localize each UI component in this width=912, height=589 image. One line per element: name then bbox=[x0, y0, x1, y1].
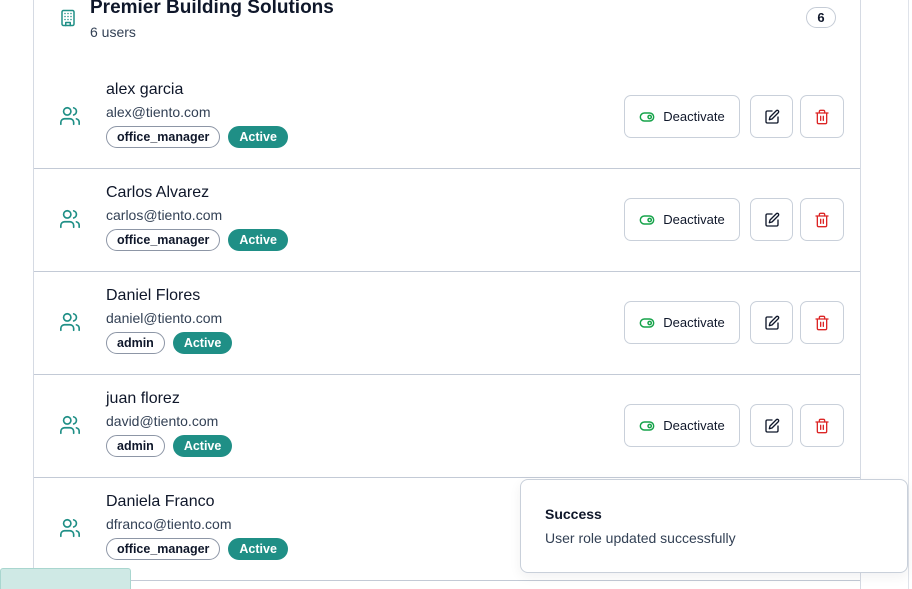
row-divider bbox=[34, 477, 860, 478]
trash-icon bbox=[814, 109, 830, 125]
user-email: carlos@tiento.com bbox=[106, 207, 223, 223]
bottom-panel-tab[interactable] bbox=[0, 568, 131, 589]
user-row: Carlos Alvarez carlos@tiento.com office_ma… bbox=[34, 168, 860, 271]
header-divider bbox=[34, 65, 860, 66]
edit-icon bbox=[764, 109, 780, 125]
delete-button[interactable] bbox=[800, 198, 844, 241]
toggle-icon bbox=[639, 212, 655, 228]
edit-button[interactable] bbox=[750, 95, 793, 138]
user-name: juan florez bbox=[106, 390, 180, 407]
deactivate-label: Deactivate bbox=[663, 315, 725, 330]
user-badges: admin Active bbox=[106, 435, 233, 457]
user-badges: office_manager Active bbox=[106, 229, 288, 251]
organization-name: Premier Building Solutions bbox=[90, 0, 334, 18]
toast-title: Success bbox=[545, 506, 602, 522]
status-badge: Active bbox=[172, 435, 233, 457]
organization-user-count: 6 users bbox=[90, 24, 136, 40]
toggle-icon bbox=[639, 418, 655, 434]
user-badges: office_manager Active bbox=[106, 538, 288, 560]
delete-button[interactable] bbox=[800, 301, 844, 344]
trash-icon bbox=[814, 212, 830, 228]
user-name: alex garcia bbox=[106, 81, 184, 98]
deactivate-label: Deactivate bbox=[663, 109, 725, 124]
building-icon bbox=[59, 9, 77, 27]
edit-button[interactable] bbox=[750, 198, 793, 241]
deactivate-label: Deactivate bbox=[663, 212, 725, 227]
delete-button[interactable] bbox=[800, 404, 844, 447]
row-divider bbox=[34, 271, 860, 272]
user-email: david@tiento.com bbox=[106, 413, 219, 429]
success-toast[interactable]: Success User role updated successfully bbox=[520, 479, 908, 573]
status-badge: Active bbox=[228, 229, 288, 251]
status-badge: Active bbox=[172, 332, 233, 354]
toggle-icon bbox=[639, 315, 655, 331]
edit-button[interactable] bbox=[750, 301, 793, 344]
user-email: dfranco@tiento.com bbox=[106, 516, 232, 532]
user-row: Daniel Flores daniel@tiento.com admin Activ… bbox=[34, 271, 860, 374]
user-name: Daniel Flores bbox=[106, 287, 201, 304]
role-badge: admin bbox=[106, 332, 165, 354]
user-name: Carlos Alvarez bbox=[106, 184, 210, 201]
user-name: Daniela Franco bbox=[106, 493, 215, 510]
status-badge: Active bbox=[228, 126, 288, 148]
user-badges: admin Active bbox=[106, 332, 233, 354]
role-badge: office_manager bbox=[106, 229, 221, 251]
toggle-icon bbox=[639, 109, 655, 125]
users-icon bbox=[59, 414, 81, 436]
edit-button[interactable] bbox=[750, 404, 793, 447]
user-row: juan florez david@tiento.com admin Active De… bbox=[34, 374, 860, 477]
user-count-badge: 6 bbox=[806, 7, 836, 28]
users-icon bbox=[59, 517, 81, 539]
deactivate-button[interactable]: Deactivate bbox=[624, 198, 740, 241]
users-icon bbox=[59, 311, 81, 333]
row-divider bbox=[34, 168, 860, 169]
deactivate-button[interactable]: Deactivate bbox=[624, 301, 740, 344]
users-icon bbox=[59, 105, 81, 127]
deactivate-label: Deactivate bbox=[663, 418, 725, 433]
page-edge bbox=[908, 0, 909, 589]
status-badge: Active bbox=[228, 538, 288, 560]
edit-icon bbox=[764, 212, 780, 228]
role-badge: office_manager bbox=[106, 126, 221, 148]
user-row: alex garcia alex@tiento.com office_manager… bbox=[34, 65, 860, 168]
deactivate-button[interactable]: Deactivate bbox=[624, 404, 740, 447]
role-badge: admin bbox=[106, 435, 165, 457]
role-badge: office_manager bbox=[106, 538, 221, 560]
trash-icon bbox=[814, 418, 830, 434]
row-divider bbox=[34, 580, 860, 581]
edit-icon bbox=[764, 418, 780, 434]
user-email: daniel@tiento.com bbox=[106, 310, 223, 326]
edit-icon bbox=[764, 315, 780, 331]
user-badges: office_manager Active bbox=[106, 126, 288, 148]
deactivate-button[interactable]: Deactivate bbox=[624, 95, 740, 138]
toast-message: User role updated successfully bbox=[545, 530, 736, 546]
user-email: alex@tiento.com bbox=[106, 104, 211, 120]
delete-button[interactable] bbox=[800, 95, 844, 138]
trash-icon bbox=[814, 315, 830, 331]
row-divider bbox=[34, 374, 860, 375]
users-icon bbox=[59, 208, 81, 230]
